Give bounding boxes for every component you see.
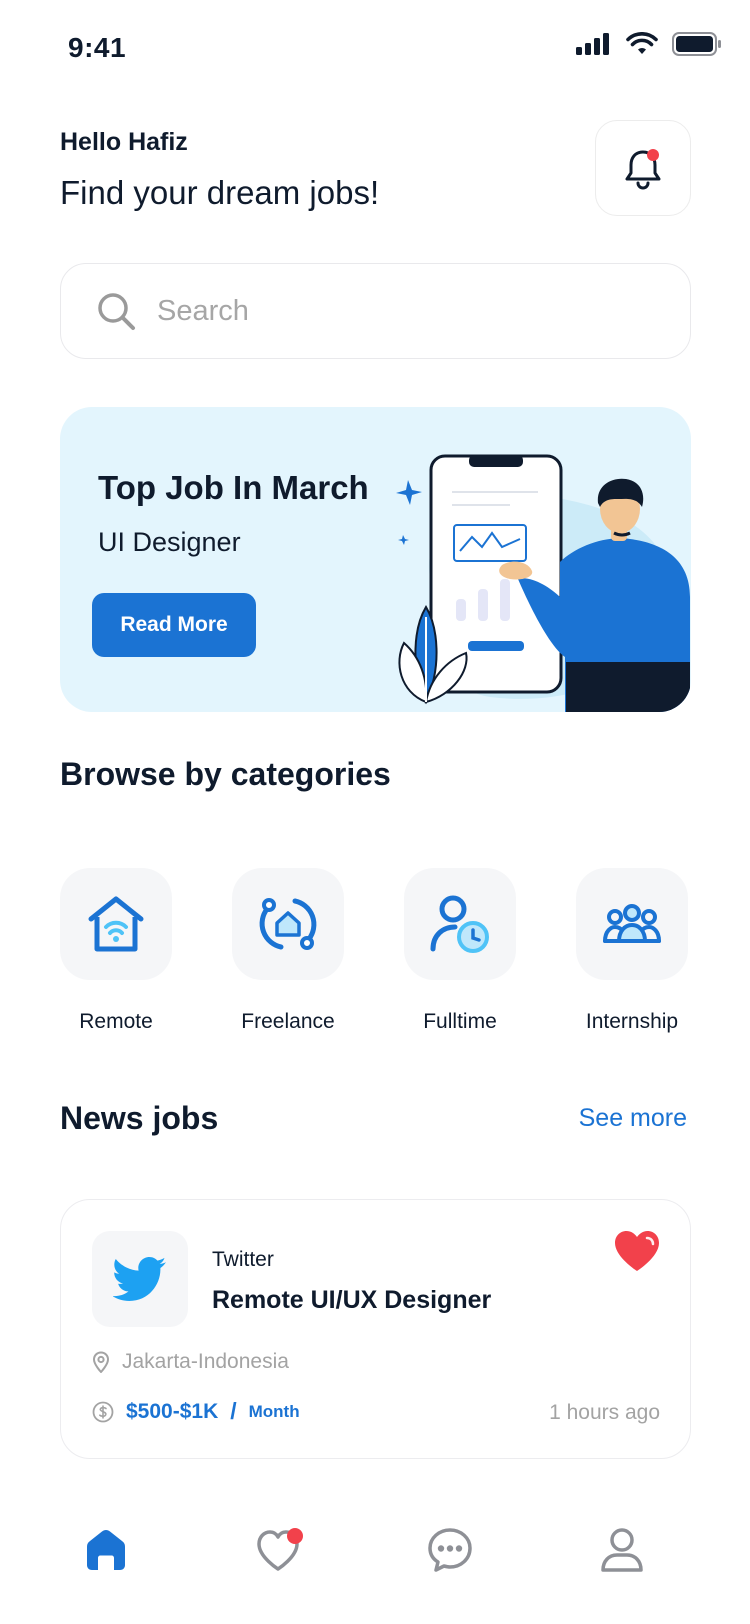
job-salary: $500-$1K / Month — [92, 1398, 300, 1425]
category-label: Fulltime — [423, 1010, 497, 1033]
wifi-icon — [626, 32, 658, 54]
featured-job-banner: Top Job In March UI Designer Read More — [60, 407, 691, 712]
status-icons — [576, 32, 722, 56]
banner-illustration — [396, 454, 690, 712]
salary-period: Month — [248, 1401, 300, 1421]
twitter-bird-icon — [113, 1257, 166, 1301]
category-tile — [404, 868, 516, 980]
status-time: 9:41 — [68, 32, 127, 63]
category-label: Remote — [79, 1010, 153, 1033]
category-tile — [576, 868, 688, 980]
group-icon — [603, 904, 661, 943]
nav-messages[interactable] — [420, 1520, 480, 1580]
house-refresh-icon — [259, 898, 317, 950]
salary-amount: $500-$1K — [126, 1399, 219, 1423]
favorite-button[interactable] — [614, 1230, 660, 1277]
see-more-link[interactable]: See more — [579, 1104, 687, 1133]
company-logo — [92, 1231, 188, 1327]
categories-heading: Browse by categories — [60, 756, 391, 792]
search-icon — [98, 293, 135, 330]
location-pin-icon — [92, 1351, 110, 1373]
heart-icon — [615, 1231, 659, 1271]
search-bar[interactable] — [60, 263, 691, 359]
home-wifi-icon — [88, 896, 144, 952]
category-fulltime[interactable]: Fulltime — [404, 868, 516, 1034]
category-label: Freelance — [241, 1010, 335, 1033]
category-tile — [60, 868, 172, 980]
job-card[interactable]: Twitter Remote UI/UX Designer Jakarta-In… — [60, 1199, 691, 1459]
salary-separator: / — [230, 1398, 237, 1424]
bell-icon — [625, 149, 661, 190]
home-icon — [87, 1530, 125, 1570]
category-internship[interactable]: Internship — [576, 868, 688, 1034]
location-text: Jakarta-Indonesia — [122, 1350, 289, 1373]
dollar-icon — [92, 1401, 114, 1422]
page-headline: Find your dream jobs! — [60, 174, 380, 211]
battery-icon — [672, 32, 721, 56]
job-title: Remote UI/UX Designer — [212, 1286, 492, 1314]
posted-time: 1 hours ago — [549, 1401, 660, 1424]
company-name: Twitter — [212, 1248, 274, 1271]
category-freelance[interactable]: Freelance — [232, 868, 344, 1034]
chat-icon — [428, 1528, 472, 1572]
category-label: Internship — [585, 1010, 679, 1033]
user-clock-icon — [430, 895, 489, 953]
banner-subtitle: UI Designer — [98, 527, 241, 557]
search-input[interactable] — [157, 294, 607, 328]
category-remote[interactable]: Remote — [60, 868, 172, 1034]
job-location: Jakarta-Indonesia — [92, 1350, 289, 1374]
banner-title: Top Job In March — [98, 469, 369, 506]
nav-profile[interactable] — [592, 1520, 652, 1580]
nav-favorites[interactable] — [252, 1520, 312, 1580]
nav-home[interactable] — [76, 1520, 136, 1580]
user-icon — [601, 1528, 643, 1572]
notifications-button[interactable] — [595, 120, 691, 216]
news-jobs-heading: News jobs — [60, 1100, 219, 1136]
greeting: Hello Hafiz — [60, 128, 188, 156]
category-tile — [232, 868, 344, 980]
signal-icon — [576, 33, 609, 55]
read-more-button[interactable]: Read More — [92, 593, 256, 657]
heart-outline-icon — [257, 1528, 303, 1571]
